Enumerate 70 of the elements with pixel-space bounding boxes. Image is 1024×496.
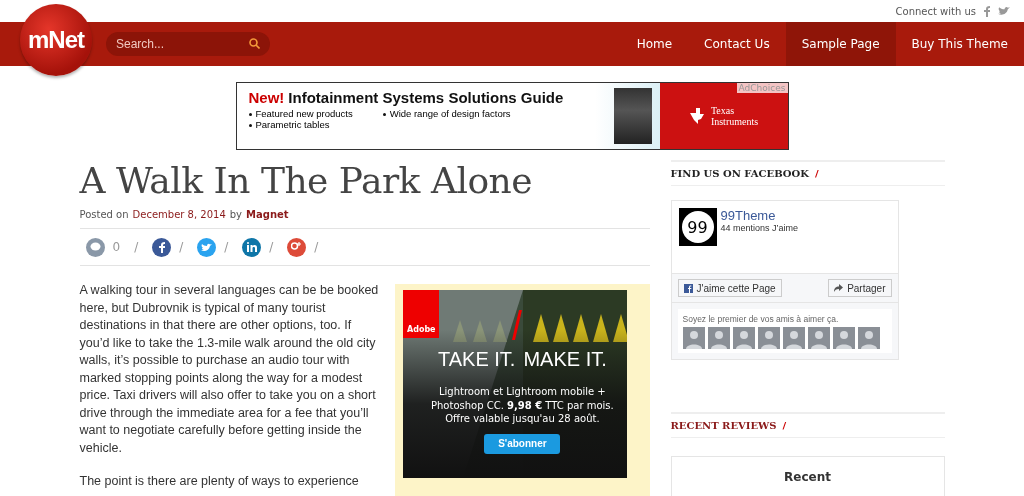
ad-text: Photoshop CC. 9,98 € TTC par mois. (431, 398, 614, 412)
ad-bullet: Featured new products (255, 108, 353, 119)
ad-headline: New! Infotainment Systems Solutions Guide (248, 89, 565, 106)
avatar (682, 327, 705, 349)
friends-text: Soyez le premier de vos amis à aimer ça. (682, 314, 840, 324)
search-field[interactable]: Search... (106, 32, 270, 56)
avatar (732, 327, 755, 349)
separator: / (314, 240, 319, 254)
meta-text: by (229, 209, 243, 220)
banner-ad[interactable]: New! Infotainment Systems Solutions Guide Featured new products Parametric tables Wide range of design factors AdChoices Texas Instruments (235, 82, 789, 150)
likes-count: 44 mentions J’aime (720, 223, 799, 233)
author-link[interactable]: Magnet (246, 209, 289, 220)
page-logo: 99 (678, 208, 717, 246)
search-icon[interactable] (249, 38, 260, 49)
avatar (807, 327, 830, 349)
page-name[interactable]: 99Theme (720, 208, 799, 223)
avatar (857, 327, 880, 349)
twitter-icon[interactable] (998, 6, 1010, 16)
adobe-logo: Adobe (403, 290, 440, 338)
date-link[interactable]: December 8, 2014 (132, 209, 226, 220)
nav-link[interactable]: Sample Page (785, 22, 896, 66)
bird-icon (201, 242, 213, 252)
widget-title: RECENT REVIEWS (670, 420, 777, 431)
comment-button[interactable] (85, 237, 105, 257)
connect-label: Connect with us (895, 5, 976, 17)
booklet-drawing (613, 88, 652, 144)
bullet-dot (248, 124, 252, 127)
separator: / (134, 240, 139, 254)
linkedin-share-button[interactable] (242, 237, 262, 257)
comment-icon (89, 242, 101, 252)
ad-headline: TAKE IT. (438, 348, 516, 371)
paragraph: A walking tour in several languages can be be booked here, but Dubrovnik is typical of many tourist destinations in that there are other options, too. If you’d like to take the 1.3-mile walk around the old city walls, it’s possible to purchase an audio tour with marked stopping points along the way for a modest price. Taxi drivers will also offer to take you on a short drive through the immediate area for a fee that you’ll want to negotiate carefully before getting inside the vehicle. (79, 282, 380, 457)
ad-bullet: Wide range of design factors (389, 108, 511, 119)
facebook-icon[interactable] (984, 5, 990, 17)
ad-bullet: Parametric tables (255, 119, 330, 130)
avatar (707, 327, 730, 349)
recent-tab[interactable]: Recent (784, 470, 831, 484)
ad-text: Offre valable jusqu'au 28 août. (444, 412, 601, 426)
ad-text: Lightroom et Lightroom mobile + (438, 385, 607, 399)
slash: / (814, 168, 819, 179)
like-page-button[interactable]: J'aime cette Page (677, 279, 782, 297)
ad-headline: MAKE IT. (523, 348, 607, 371)
comment-count: 0 (112, 240, 121, 254)
article-title: A Walk In The Park Alone (79, 160, 534, 201)
google-plus-share-button[interactable] (287, 237, 307, 257)
facebook-icon (158, 241, 165, 253)
brand-name: Texas Instruments (710, 105, 759, 127)
avatar (832, 327, 855, 349)
site-logo[interactable]: mNet (20, 4, 92, 76)
paragraph: The point is there are plenty of ways to experience (79, 473, 360, 490)
facebook-icon (683, 283, 693, 293)
separator: / (224, 240, 229, 254)
linkedin-icon (246, 242, 257, 252)
nav-link[interactable]: Home (620, 22, 689, 66)
share-button[interactable]: Partager (828, 279, 892, 297)
separator: / (179, 240, 184, 254)
google-plus-icon (291, 242, 303, 252)
nav-link[interactable]: Buy This Theme (895, 22, 1024, 66)
bullet-dot (382, 113, 386, 116)
separator: / (269, 240, 274, 254)
nav-link[interactable]: Contact Us (688, 22, 786, 66)
slash: / (782, 420, 787, 431)
meta-text: Posted on (79, 209, 129, 220)
facebook-share-button[interactable] (152, 237, 172, 257)
twitter-share-button[interactable] (197, 237, 217, 257)
widget-title: FIND US ON FACEBOOK (670, 168, 809, 179)
bullet-dot (248, 113, 252, 116)
avatar (757, 327, 780, 349)
share-arrow-icon (834, 284, 844, 292)
avatar (782, 327, 805, 349)
